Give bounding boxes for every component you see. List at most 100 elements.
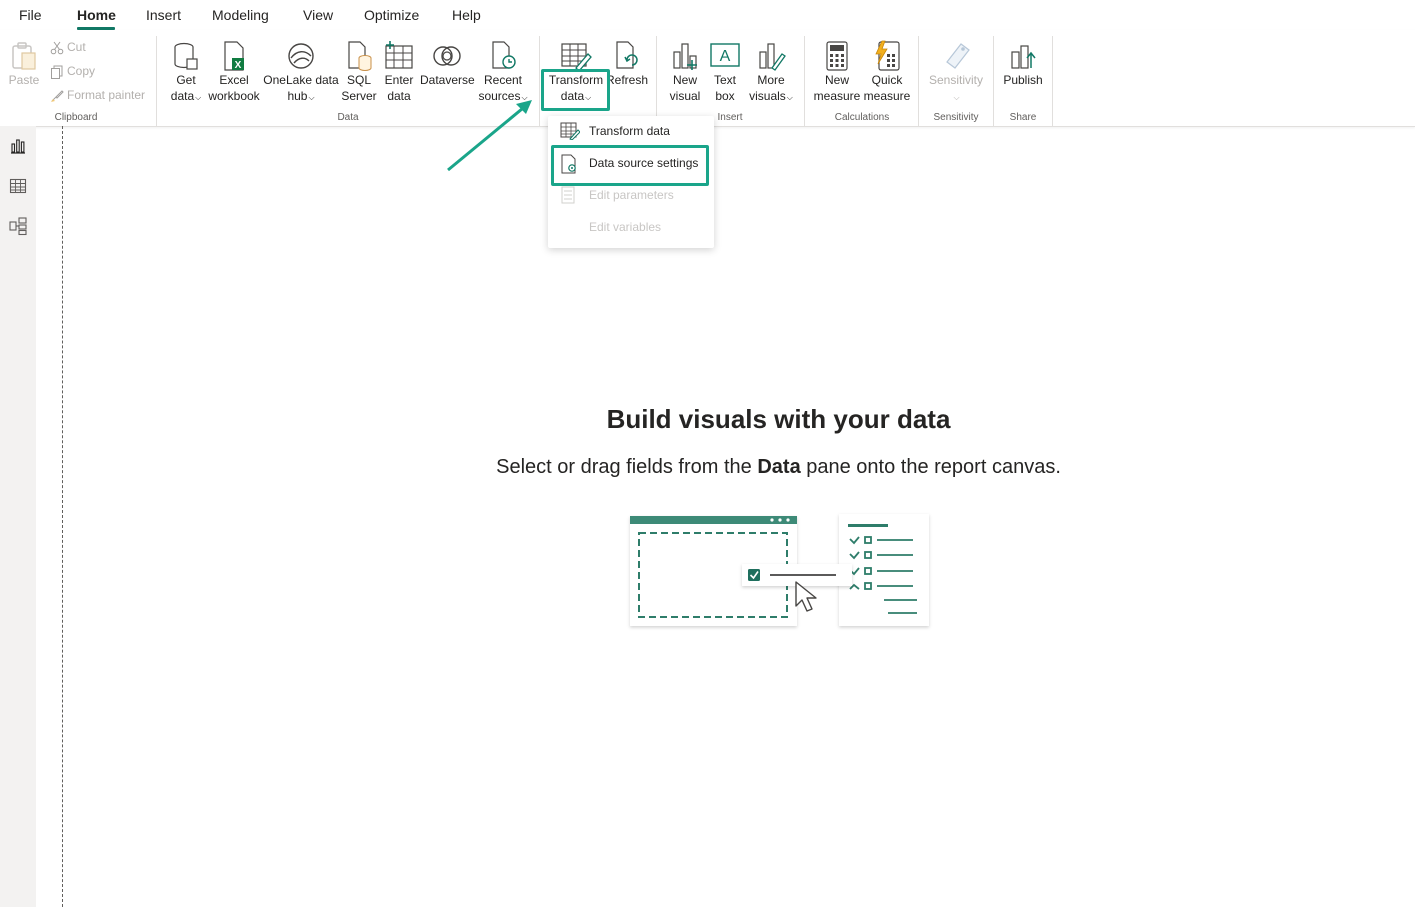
sensitivity-label: Sensitivity (928, 73, 984, 87)
group-separator (918, 36, 919, 126)
transform-data-icon (561, 43, 592, 72)
menu-item-data-source-settings[interactable]: Data source settings (548, 148, 714, 178)
sql-label-2: Server (341, 89, 377, 103)
chevron-down-icon: ⌵ (308, 93, 315, 102)
new-visual-label-2: visual (669, 89, 701, 103)
quick-measure-button[interactable]: Quick measure (862, 40, 912, 104)
group-label-share: Share (1009, 112, 1037, 123)
group-label-data: Data (337, 112, 359, 123)
excel-workbook-button[interactable]: X Excel workbook (206, 40, 262, 104)
menu-item-transform-data[interactable]: Transform data (548, 116, 714, 146)
get-data-button[interactable]: Get data⌵ (166, 40, 206, 106)
text-box-button[interactable]: A Text box (706, 40, 744, 104)
build-visuals-illustration (630, 514, 929, 626)
refresh-icon (616, 41, 638, 69)
group-separator (993, 36, 994, 126)
tab-optimize[interactable]: Optimize (364, 7, 419, 23)
onelake-data-hub-button[interactable]: OneLake data hub⌵ (263, 40, 339, 106)
empty-canvas-title: Build visuals with your data (606, 404, 951, 434)
calculator-icon (826, 41, 848, 71)
new-measure-label: New (824, 73, 849, 87)
publish-label: Publish (1003, 73, 1043, 87)
copy-button[interactable]: Copy (50, 64, 95, 79)
transform-data-label: Transform (548, 73, 604, 87)
text-box-icon: A (710, 43, 740, 67)
sql-server-button[interactable]: SQL Server (340, 40, 378, 104)
dataverse-button[interactable]: Dataverse (420, 40, 475, 88)
paste-icon (12, 42, 36, 70)
refresh-button[interactable]: Refresh (606, 40, 648, 88)
group-label-clipboard: Clipboard (54, 112, 98, 123)
subtitle-data-word: Data (757, 456, 801, 478)
format-painter-button[interactable]: Format painter (50, 88, 145, 103)
transform-data-icon (560, 122, 580, 140)
quick-measure-icon (875, 40, 900, 71)
recent-sources-label: Recent (483, 73, 523, 87)
menu-bar: File Home Insert Modeling View Optimize … (0, 0, 1415, 30)
tab-file[interactable]: File (19, 7, 42, 23)
bar-chart-add-icon (673, 43, 697, 70)
sql-label: SQL (346, 73, 371, 87)
paste-button[interactable]: Paste (6, 40, 42, 88)
menu-item-edit-parameters[interactable]: Edit parameters (548, 180, 714, 210)
edit-parameters-icon (561, 186, 575, 204)
excel-label: Excel (219, 73, 249, 87)
publish-icon (1011, 45, 1036, 69)
new-visual-button[interactable]: New visual (666, 40, 704, 104)
tab-modeling[interactable]: Modeling (212, 7, 269, 23)
more-visuals-label: More (757, 73, 785, 87)
excel-label-2: workbook (208, 89, 260, 103)
more-visuals-icon (759, 43, 786, 71)
table-view-icon[interactable] (8, 176, 28, 196)
group-label-insert: Insert (717, 112, 743, 123)
tab-view[interactable]: View (303, 7, 333, 23)
chevron-down-icon: ⌵ (585, 93, 592, 102)
chevron-down-icon: ⌵ (195, 93, 202, 102)
new-measure-label-2: measure (813, 89, 861, 103)
chevron-down-icon: ⌵ (953, 93, 960, 102)
transform-data-button[interactable]: Transform data⌵ (548, 40, 604, 106)
menu-item-label: Data source settings (589, 156, 699, 170)
group-separator (156, 36, 157, 126)
recent-sources-button[interactable]: Recent sources⌵ (476, 40, 530, 106)
onelake-label-2: hub (287, 89, 308, 103)
paintbrush-icon (51, 90, 64, 102)
enter-data-button[interactable]: Enter data (380, 40, 418, 104)
report-view-icon[interactable] (8, 136, 28, 156)
sensitivity-button[interactable]: Sensitivity ⌵ (926, 40, 986, 106)
chevron-down-icon: ⌵ (786, 93, 793, 102)
transform-data-label-2: data (560, 89, 585, 103)
model-view-icon[interactable] (8, 216, 28, 236)
subtitle-text-2: pane onto the report canvas. (800, 456, 1061, 478)
quick-measure-label-2: measure (863, 89, 911, 103)
cut-label: Cut (67, 40, 86, 54)
enter-data-label: Enter (384, 73, 414, 87)
menu-item-edit-variables[interactable]: Edit variables (548, 212, 714, 242)
subtitle-text: Select or drag fields from the (496, 456, 758, 478)
paste-label: Paste (8, 73, 40, 87)
svg-text:X: X (235, 60, 242, 71)
tab-insert[interactable]: Insert (146, 7, 181, 23)
group-separator (804, 36, 805, 126)
tab-help[interactable]: Help (452, 7, 481, 23)
more-visuals-button[interactable]: More visuals⌵ (748, 40, 794, 106)
onelake-label: OneLake data (263, 73, 339, 87)
annotation-arrow-icon (447, 100, 532, 172)
group-label-calculations: Calculations (834, 112, 890, 123)
scissors-icon (50, 41, 64, 55)
refresh-label: Refresh (606, 73, 649, 87)
enter-data-label-2: data (387, 89, 411, 103)
cut-button[interactable]: Cut (50, 40, 86, 55)
menu-item-label: Transform data (589, 124, 670, 138)
new-measure-button[interactable]: New measure (812, 40, 862, 104)
text-box-label-2: box (715, 89, 735, 103)
tab-home[interactable]: Home (77, 7, 116, 23)
empty-canvas-subtitle: Select or drag fields from the Data pane… (0, 456, 1415, 479)
get-data-label-2: data (170, 89, 195, 103)
quick-measure-label: Quick (871, 73, 903, 87)
sql-server-icon (348, 41, 372, 71)
report-canvas-edge (62, 126, 63, 907)
group-separator (656, 36, 657, 126)
publish-button[interactable]: Publish (1000, 40, 1046, 88)
data-source-settings-icon (561, 154, 576, 174)
